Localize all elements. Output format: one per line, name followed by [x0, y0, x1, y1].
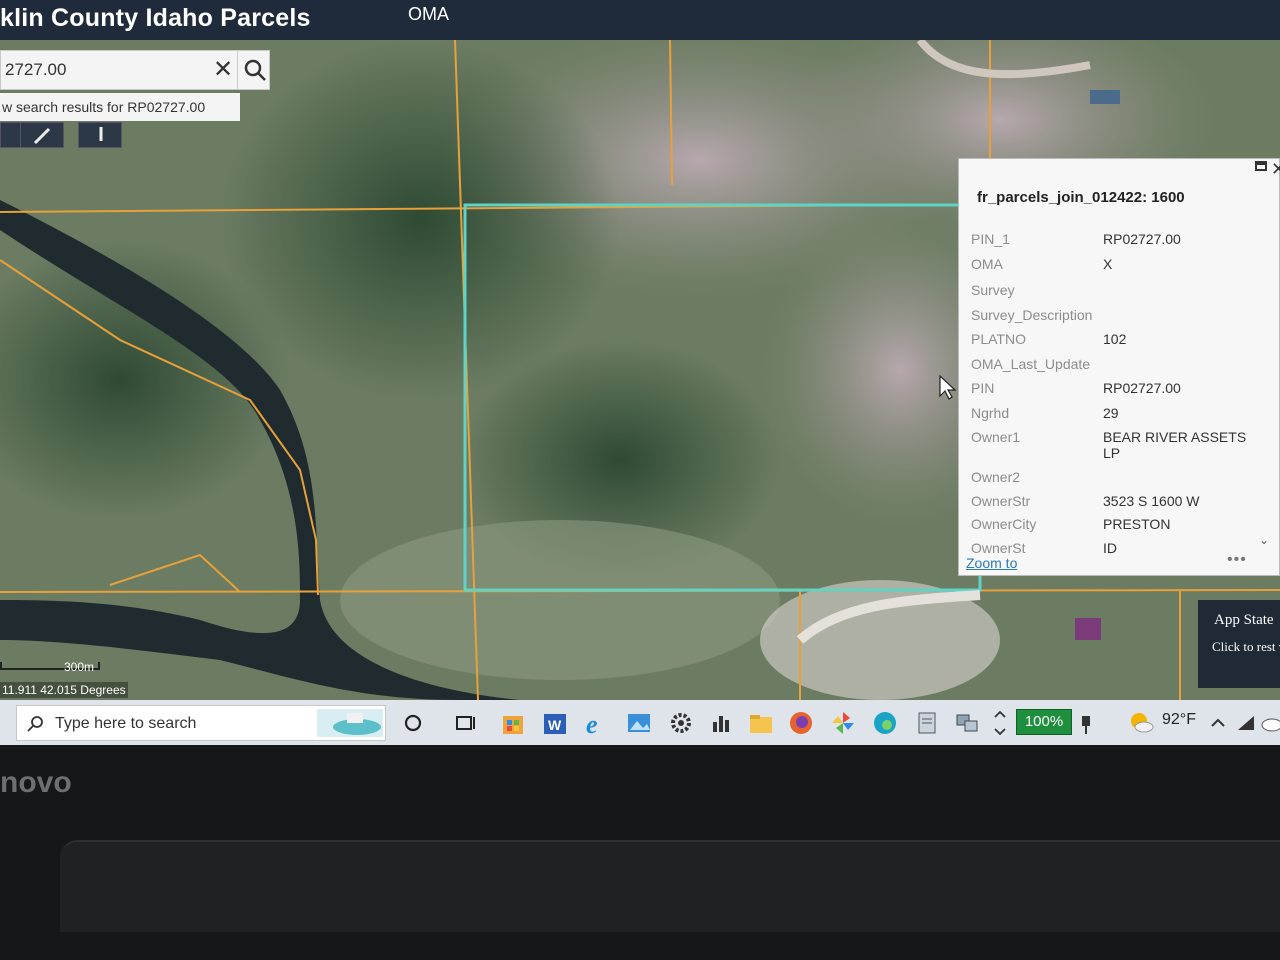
app-state-message: Click to rest visibility wh [1212, 639, 1280, 654]
internet-explorer-icon[interactable]: e [580, 706, 614, 740]
svg-text:e: e [586, 710, 598, 739]
svg-text:W: W [548, 717, 562, 733]
more-actions-icon[interactable]: ••• [1227, 551, 1247, 569]
edit-tool-button[interactable] [20, 122, 64, 148]
battery-percentage[interactable]: 100% [1016, 709, 1072, 735]
attr-value: X [1103, 256, 1113, 272]
clear-search-icon[interactable]: ✕ [211, 57, 235, 83]
scale-label: 300m [64, 660, 95, 674]
notepad-icon[interactable] [910, 706, 944, 740]
search-results-prefix: w search results for [2, 99, 128, 115]
weather-icon[interactable] [1124, 706, 1158, 740]
attr-label: PIN_1 [971, 231, 1010, 247]
close-icon[interactable]: ✕ [1271, 159, 1280, 180]
cloud-icon[interactable] [1258, 706, 1280, 740]
attr-value: 3523 S 1600 W [1103, 493, 1200, 509]
search-results-term: RP02727.00 [127, 99, 206, 115]
taskbar-search-box[interactable]: Type here to search [16, 705, 386, 741]
pinwheel-app-icon[interactable] [826, 706, 860, 740]
app-title: klin County Idaho Parcels [0, 4, 311, 32]
search-button[interactable] [237, 51, 272, 89]
file-explorer-icon[interactable] [744, 706, 778, 740]
search-input[interactable] [1, 51, 214, 89]
attr-value: RP02727.00 [1103, 380, 1181, 396]
coordinate-readout: 11.911 42.015 Degrees [0, 682, 128, 698]
attr-label: PLATNO [971, 331, 1026, 347]
weather-temperature[interactable]: 92°F [1162, 711, 1196, 729]
search-widget: ✕ [0, 50, 270, 90]
pencil-icon [33, 127, 51, 145]
firefox-icon[interactable] [784, 706, 818, 740]
chart-app-icon[interactable] [704, 706, 738, 740]
app-state-title: App State [1214, 612, 1274, 628]
attr-label: Survey [971, 282, 1015, 298]
popup-title: fr_parcels_join_012422: 1600 [977, 189, 1185, 206]
chevron-up-icon[interactable] [1206, 706, 1230, 740]
snipping-tool-icon[interactable] [950, 706, 984, 740]
attr-value: PRESTON [1103, 516, 1171, 532]
search-icon [27, 716, 43, 732]
attr-label: Owner2 [971, 469, 1021, 485]
search-icon [244, 59, 266, 81]
edge-icon[interactable] [868, 706, 902, 740]
maximize-icon[interactable] [1255, 161, 1267, 171]
oma-menu-item[interactable]: OMA [408, 4, 449, 25]
attr-label: OwnerSt [971, 540, 1026, 556]
attr-value: BEAR RIVER ASSETS LP [1103, 429, 1247, 461]
zoom-to-link[interactable]: Zoom to [966, 555, 1017, 571]
attr-label: OwnerCity [971, 516, 1037, 532]
attr-label: Owner1 [971, 429, 1021, 445]
attr-label: Survey_Description [971, 307, 1093, 323]
view-search-results-link[interactable]: w search results for RP02727.00 [0, 93, 240, 121]
mouse-cursor-icon [939, 374, 957, 400]
store-icon[interactable] [496, 706, 530, 740]
wifi-icon[interactable] [1234, 706, 1258, 740]
windows-taskbar: Type here to search W e 100% 92°F [0, 700, 1280, 745]
parcel-popup: ✕ fr_parcels_join_012422: 1600 PIN_1 RP0… [958, 158, 1280, 576]
attr-label: PIN [971, 380, 995, 396]
search-highlight-art-icon [317, 709, 383, 737]
chevron-down-icon[interactable]: ⌄ [1259, 533, 1269, 547]
app-state-panel[interactable]: App State Click to rest visibility wh [1198, 600, 1280, 688]
monitor-screen: klin County Idaho Parcels OMA ✕ w search… [0, 0, 1280, 745]
layer-tool-button[interactable] [78, 122, 122, 148]
attr-value: 102 [1103, 331, 1127, 347]
laptop-hinge [60, 840, 1280, 932]
cortana-icon[interactable] [396, 706, 430, 740]
task-view-icon[interactable] [448, 706, 482, 740]
lenovo-logo: novo [0, 766, 72, 799]
attr-value: 29 [1103, 405, 1119, 421]
marker-icon [99, 127, 103, 141]
settings-gear-icon[interactable] [664, 706, 698, 740]
attr-label: OwnerStr [971, 493, 1031, 509]
taskbar-search-placeholder: Type here to search [55, 715, 197, 732]
power-plug-icon[interactable] [1074, 706, 1098, 740]
word-icon[interactable]: W [538, 706, 572, 740]
attr-value: RP02727.00 [1103, 231, 1181, 247]
app-header: klin County Idaho Parcels OMA [0, 0, 1280, 40]
attr-label: OMA_Last_Update [971, 356, 1091, 372]
attr-label: OMA [971, 256, 1003, 272]
photos-icon[interactable] [622, 706, 656, 740]
attr-label: Ngrhd [971, 405, 1010, 421]
overflow-arrows-icon[interactable] [988, 706, 1012, 740]
